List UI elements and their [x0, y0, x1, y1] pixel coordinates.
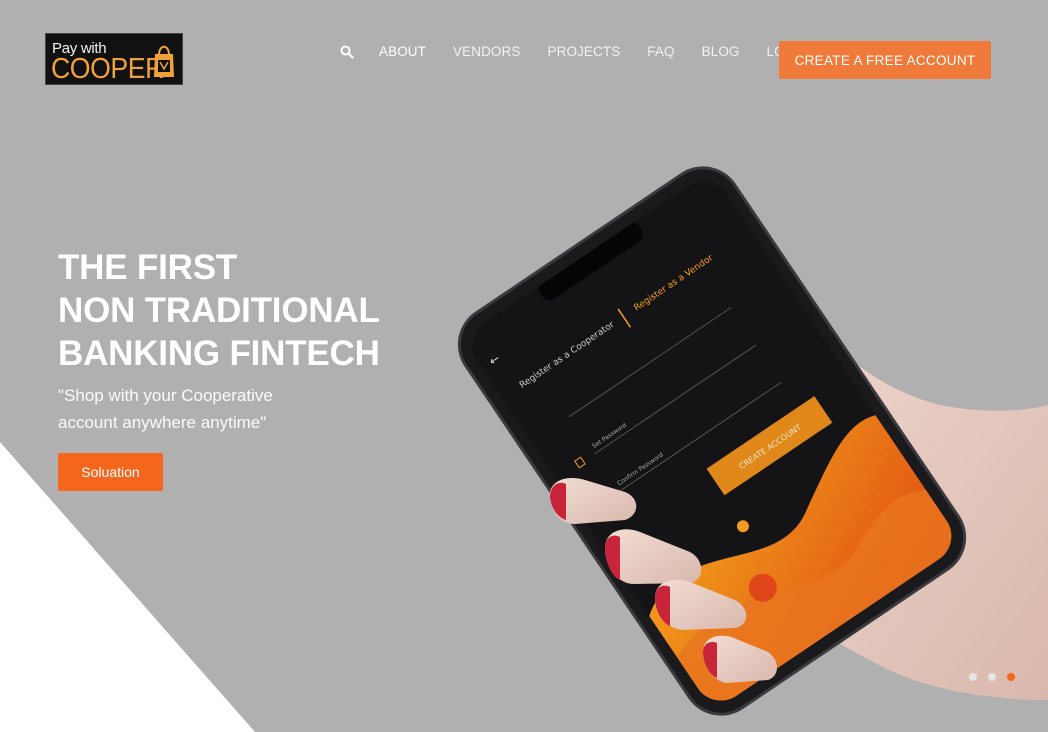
carousel-dot[interactable]: [969, 673, 977, 681]
phone-hand-illustration: Register as a Cooperator Register as a V…: [457, 166, 1048, 716]
carousel-dot-active[interactable]: [1007, 673, 1015, 681]
carousel-dots: [969, 673, 1026, 681]
carousel-dot[interactable]: [988, 673, 996, 681]
